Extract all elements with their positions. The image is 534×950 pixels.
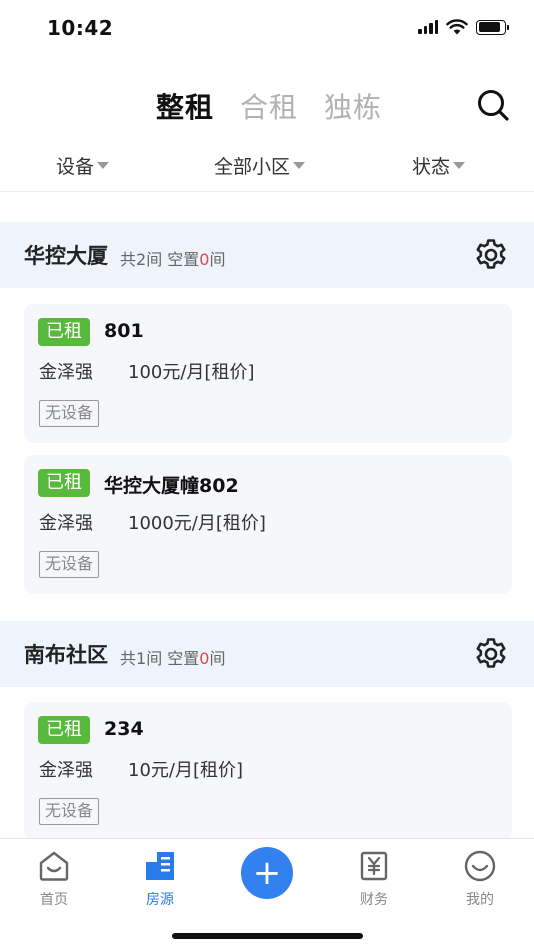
- tab-shared-rent[interactable]: 合租: [240, 86, 298, 126]
- equipment-tag: 无设备: [39, 551, 100, 578]
- tenant-name: 金泽强: [39, 362, 93, 383]
- group-header: 华控大厦 共2间 空置0间: [0, 222, 534, 288]
- rent-price: 100元/月[租价]: [128, 362, 255, 383]
- room-name: 801: [104, 320, 144, 342]
- nav-label: 房源: [146, 892, 174, 908]
- gear-icon[interactable]: [474, 637, 508, 671]
- vacant-count: 0: [199, 250, 210, 269]
- search-icon[interactable]: [476, 88, 510, 122]
- battery-icon: [476, 19, 509, 35]
- filter-status[interactable]: 状态: [412, 152, 466, 179]
- group-name: 南布社区: [24, 643, 108, 667]
- vacant-count: 0: [199, 649, 210, 668]
- cellular-signal-icon: [418, 20, 438, 34]
- filter-bar: 设备 全部小区 状态: [0, 146, 534, 192]
- nav-label: 我的: [466, 892, 494, 908]
- caret-down-icon: [453, 162, 466, 169]
- nav-profile[interactable]: 我的: [440, 849, 520, 909]
- status-icons: [418, 19, 509, 35]
- room-name: 234: [104, 718, 144, 740]
- tab-standalone[interactable]: 独栋: [324, 86, 382, 126]
- status-time: 10:42: [47, 16, 114, 40]
- filter-label: 设备: [56, 156, 95, 178]
- caret-down-icon: [293, 162, 306, 169]
- equipment-tag: 无设备: [39, 400, 100, 427]
- finance-icon: [360, 851, 388, 881]
- nav-finance[interactable]: 财务: [334, 849, 414, 909]
- caret-down-icon: [97, 162, 110, 169]
- group-name: 华控大厦: [24, 244, 108, 268]
- room-card[interactable]: 已租 华控大厦幢802 金泽强 1000元/月[租价] 无设备: [24, 455, 512, 594]
- home-icon: [39, 851, 69, 881]
- room-name: 华控大厦幢802: [104, 475, 239, 497]
- rent-price: 10元/月[租价]: [128, 760, 244, 781]
- filter-equipment[interactable]: 设备: [56, 152, 110, 179]
- group-header: 南布社区 共1间 空置0间: [0, 621, 534, 687]
- rental-type-tabs: 整租 合租 独栋: [156, 86, 382, 126]
- rented-badge: 已租: [38, 318, 90, 346]
- rented-badge: 已租: [38, 716, 90, 744]
- tenant-name: 金泽强: [39, 760, 93, 781]
- tenant-name: 金泽强: [39, 513, 93, 534]
- nav-listings[interactable]: 房源: [120, 849, 200, 909]
- add-button[interactable]: +: [241, 847, 293, 899]
- home-indicator: [172, 933, 363, 939]
- tab-whole-rent[interactable]: 整租: [156, 86, 214, 126]
- building-icon: [146, 852, 174, 880]
- nav-label: 首页: [40, 892, 68, 908]
- gear-icon[interactable]: [474, 238, 508, 272]
- group-summary: 共1间 空置0间: [120, 649, 226, 668]
- status-bar: 10:42: [0, 0, 534, 58]
- equipment-tag: 无设备: [39, 798, 100, 825]
- wifi-icon: [446, 19, 468, 35]
- property-list[interactable]: 华控大厦 共2间 空置0间 已租 801 金泽强 100元/月[租价] 无设备 …: [0, 193, 534, 838]
- nav-label: 财务: [360, 892, 388, 908]
- header: 整租 合租 独栋: [0, 82, 534, 132]
- nav-home[interactable]: 首页: [14, 849, 94, 909]
- rent-price: 1000元/月[租价]: [128, 513, 266, 534]
- rented-badge: 已租: [38, 469, 90, 497]
- room-card[interactable]: 已租 234 金泽强 10元/月[租价] 无设备: [24, 702, 512, 838]
- bottom-nav: 首页 房源 + 财务 我的: [0, 838, 534, 950]
- room-card[interactable]: 已租 801 金泽强 100元/月[租价] 无设备: [24, 304, 512, 443]
- filter-community[interactable]: 全部小区: [214, 152, 306, 179]
- profile-icon: [464, 850, 496, 882]
- filter-label: 全部小区: [214, 156, 291, 178]
- group-summary: 共2间 空置0间: [120, 250, 226, 269]
- filter-label: 状态: [412, 156, 451, 178]
